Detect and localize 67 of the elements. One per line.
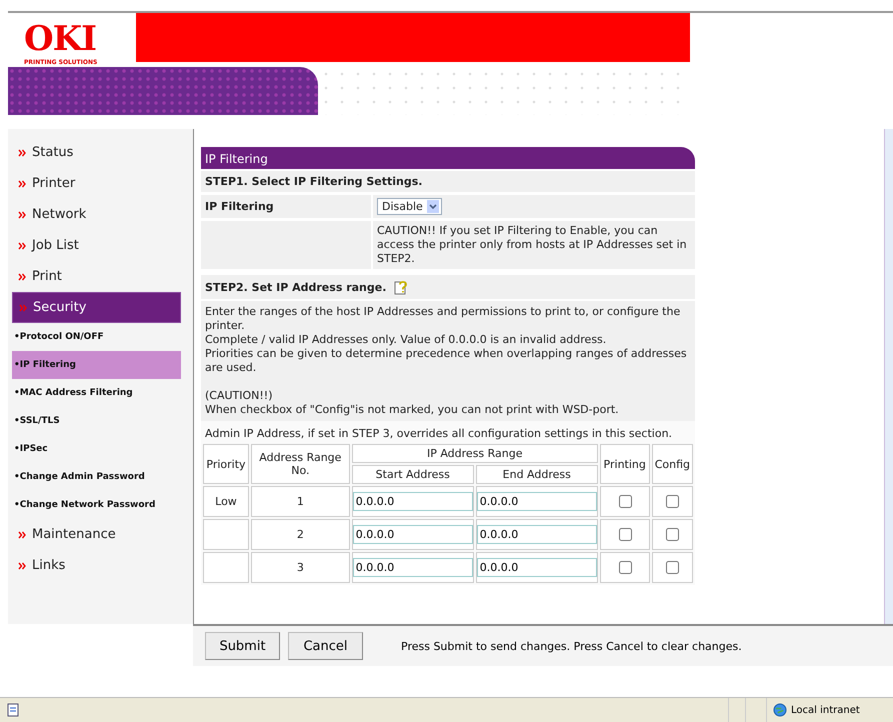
end-address-field[interactable]: 0.0.0.0 <box>476 492 597 511</box>
globe-icon <box>773 703 787 717</box>
nav-subitem[interactable]: •Change Network Password <box>12 491 181 519</box>
step-heading: STEP1. Select IP Filtering Settings. <box>201 171 695 192</box>
start-address-field[interactable]: 0.0.0.0 <box>352 558 473 577</box>
column-header: Printing <box>600 444 650 484</box>
config-checkbox[interactable] <box>666 495 680 508</box>
chevron-icon <box>18 272 26 280</box>
printing-checkbox[interactable] <box>618 561 632 574</box>
panel-title: IP Filtering <box>201 147 695 169</box>
ip-filtering-dropdown[interactable]: Disable <box>377 198 442 215</box>
caret-icon <box>426 200 439 213</box>
caution-title: (CAUTION!!) <box>205 389 274 403</box>
oki-logo: OKI <box>24 21 98 57</box>
chevron-icon <box>18 180 26 188</box>
description-text: Complete / valid IP Addresses only. Value of 0.0.0.0 is an invalid address. <box>205 333 608 347</box>
description-text: Priorities can be given to determine precedence when overlapping ranges of addresses are used. <box>205 347 688 375</box>
submit-button[interactable]: Submit <box>205 632 280 660</box>
end-address-field[interactable]: 0.0.0.0 <box>476 558 597 577</box>
page-icon <box>6 703 20 717</box>
chevron-icon <box>18 530 26 538</box>
nav-subitem[interactable]: •MAC Address Filtering <box>12 379 181 407</box>
zone-label: Local intranet <box>791 704 860 716</box>
config-checkbox[interactable] <box>666 528 680 541</box>
start-address-field[interactable]: 0.0.0.0 <box>352 492 473 511</box>
cancel-button[interactable]: Cancel <box>288 632 363 660</box>
chevron-icon <box>18 562 26 570</box>
table-cell: 3 <box>250 552 350 583</box>
step-heading: STEP2. Set IP Address range. <box>205 280 386 294</box>
admin-note: Admin IP Address, if set in STEP 3, overrides all configuration settings in this section. <box>201 421 695 442</box>
nav-item[interactable]: Print <box>12 261 181 292</box>
nav-subitem[interactable]: •Change Admin Password <box>12 463 181 491</box>
setting-label: IP Filtering <box>201 195 371 218</box>
column-header: IP Address Range <box>352 444 598 463</box>
nav-subitem[interactable]: •SSL/TLS <box>12 407 181 435</box>
column-header: End Address <box>476 465 598 484</box>
column-header: Address Range No. <box>250 444 350 484</box>
config-checkbox[interactable] <box>666 561 680 574</box>
chevron-icon <box>18 242 26 250</box>
table-cell: 1 <box>250 486 350 517</box>
scrollbar[interactable] <box>884 129 893 624</box>
nav-subitem[interactable]: •IPSec <box>12 435 181 463</box>
description-text: Enter the ranges of the host IP Addresses and permissions to print to, or configure the printer. <box>205 305 682 333</box>
column-header: Start Address <box>352 465 474 484</box>
table-cell: 2 <box>250 519 350 550</box>
caution-text: CAUTION!! If you set IP Filtering to Enable, you can access the printer only from hosts at IP Addresses set in STEP2. <box>373 221 695 269</box>
printing-checkbox[interactable] <box>618 495 632 508</box>
chevron-icon <box>18 148 26 156</box>
table-cell: Low <box>215 495 237 508</box>
chevron-icon <box>18 210 26 218</box>
nav-item[interactable]: Maintenance <box>12 519 181 550</box>
nav-item[interactable]: Job List <box>12 230 181 261</box>
nav-item[interactable]: Network <box>12 199 181 230</box>
end-address-field[interactable]: 0.0.0.0 <box>476 525 597 544</box>
footer-hint: Press Submit to send changes. Press Cancel to clear changes. <box>401 640 742 652</box>
printing-checkbox[interactable] <box>618 528 632 541</box>
column-header: Config <box>652 444 693 484</box>
caution-text: When checkbox of "Config"is not marked, you can not print with WSD-port. <box>205 403 620 417</box>
start-address-field[interactable]: 0.0.0.0 <box>352 525 473 544</box>
nav-subitem[interactable]: •IP Filtering <box>12 351 181 379</box>
column-header: Priority <box>203 444 249 484</box>
nav-subitem[interactable]: •Protocol ON/OFF <box>12 323 181 351</box>
nav-item[interactable]: Links <box>12 550 181 581</box>
nav-item[interactable]: Printer <box>12 168 181 199</box>
nav-item[interactable]: Security <box>12 292 181 323</box>
chevron-icon <box>19 304 27 312</box>
nav-item[interactable]: Status <box>12 137 181 168</box>
